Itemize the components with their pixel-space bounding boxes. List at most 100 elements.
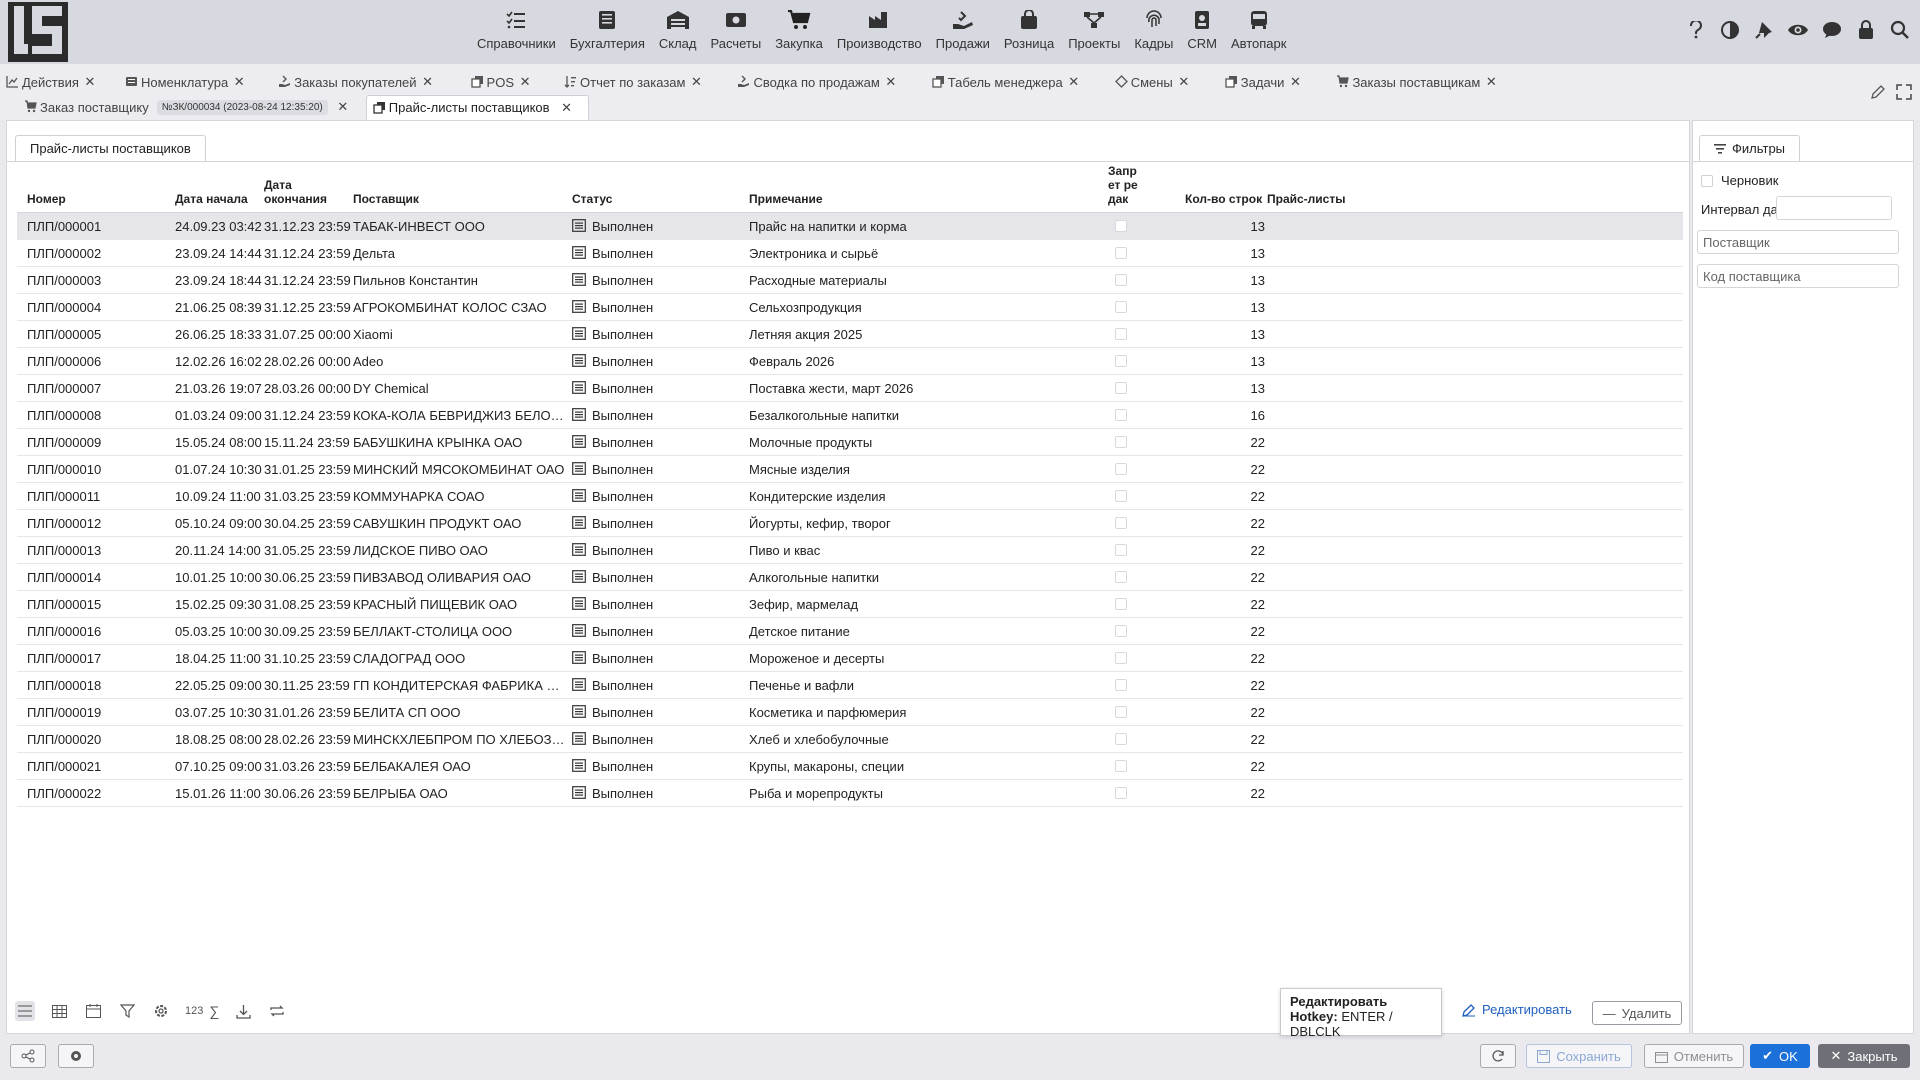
filter-icon[interactable]	[117, 1001, 137, 1021]
col-number[interactable]: Номер	[27, 192, 66, 206]
download-icon[interactable]	[233, 1001, 253, 1021]
table-row[interactable]: ПЛП/000011 10.09.24 11:00 31.03.25 23:59 КО…	[17, 483, 1683, 510]
close-icon[interactable]: ✕	[336, 99, 350, 114]
forbid-edit-checkbox[interactable]	[1115, 463, 1127, 475]
forbid-edit-checkbox[interactable]	[1115, 517, 1127, 529]
close-icon[interactable]: ✕	[1484, 74, 1498, 89]
forbid-edit-checkbox[interactable]	[1115, 733, 1127, 745]
cancel-button[interactable]: Отменить	[1644, 1044, 1744, 1068]
nav-settlements[interactable]: Расчеты	[703, 8, 768, 58]
table-row[interactable]: ПЛП/000015 15.02.25 09:30 31.08.25 23:59 КР…	[17, 591, 1683, 618]
col-rows-count[interactable]: Кол-во строк	[1185, 192, 1262, 206]
nav-reference[interactable]: Справочники	[470, 8, 563, 58]
forbid-edit-checkbox[interactable]	[1115, 247, 1127, 259]
forbid-edit-checkbox[interactable]	[1115, 409, 1127, 421]
contrast-icon[interactable]	[1718, 18, 1742, 42]
tab-supplier-orders[interactable]: Заказы поставщикам ✕	[1330, 70, 1502, 94]
nav-production[interactable]: Производство	[830, 8, 929, 58]
table-row[interactable]: ПЛП/000017 18.04.25 11:00 31.10.25 23:59 СЛ…	[17, 645, 1683, 672]
col-date-end[interactable]: Дата окончания	[264, 178, 327, 206]
col-note[interactable]: Примечание	[749, 192, 823, 206]
col-pricelists[interactable]: Прайс-листы	[1267, 192, 1345, 206]
forbid-edit-checkbox[interactable]	[1115, 355, 1127, 367]
search-icon[interactable]	[1888, 18, 1912, 42]
close-icon[interactable]: ✕	[884, 74, 898, 89]
pencil-icon[interactable]	[1870, 84, 1886, 103]
close-icon[interactable]: ✕	[421, 74, 435, 89]
table-row[interactable]: ПЛП/000013 20.11.24 14:00 31.05.25 23:59 ЛИ…	[17, 537, 1683, 564]
table-row[interactable]: ПЛП/000004 21.06.25 08:39 31.12.25 23:59 АГ…	[17, 294, 1683, 321]
forbid-edit-checkbox[interactable]	[1115, 490, 1127, 502]
table-row[interactable]: ПЛП/000021 07.10.25 09:00 31.03.26 23:59 БЕ…	[17, 753, 1683, 780]
close-icon[interactable]: ✕	[232, 74, 246, 89]
delete-button[interactable]: — Удалить	[1592, 1001, 1682, 1025]
forbid-edit-checkbox[interactable]	[1115, 571, 1127, 583]
col-forbid-edit[interactable]: Запрет редак	[1108, 164, 1140, 206]
tab-actions[interactable]: Действия ✕	[0, 70, 101, 94]
tab-tasks[interactable]: Задачи ✕	[1219, 70, 1307, 94]
close-icon[interactable]: ✕	[518, 74, 532, 89]
date-interval-input[interactable]	[1776, 196, 1892, 220]
nav-accounting[interactable]: Бухгалтерия	[563, 8, 652, 58]
table-row[interactable]: ПЛП/000018 22.05.25 09:00 30.11.25 23:59 ГП…	[17, 672, 1683, 699]
tab-nomenclature[interactable]: Номенклатура ✕	[119, 70, 250, 94]
forbid-edit-checkbox[interactable]	[1115, 706, 1127, 718]
forbid-edit-checkbox[interactable]	[1115, 274, 1127, 286]
grid-view-icon[interactable]	[49, 1001, 69, 1021]
table-row[interactable]: ПЛП/000020 18.08.25 08:00 28.02.26 23:59 МИ…	[17, 726, 1683, 753]
table-row[interactable]: ПЛП/000014 10.01.25 10:00 30.06.25 23:59 ПИ…	[17, 564, 1683, 591]
save-button[interactable]: Сохранить	[1526, 1044, 1632, 1068]
count-sum-button[interactable]: 123 ∑	[185, 1001, 219, 1021]
tab-pos[interactable]: POS ✕	[465, 70, 536, 94]
help-icon[interactable]	[1684, 18, 1708, 42]
eye-icon[interactable]	[1786, 18, 1810, 42]
forbid-edit-checkbox[interactable]	[1115, 436, 1127, 448]
list-view-icon[interactable]	[15, 1001, 35, 1021]
footer-settings-button[interactable]	[58, 1044, 94, 1068]
pin-icon[interactable]	[1752, 18, 1776, 42]
close-icon[interactable]: ✕	[83, 74, 97, 89]
nav-purchase[interactable]: Закупка	[768, 8, 830, 58]
forbid-edit-checkbox[interactable]	[1115, 760, 1127, 772]
table-row[interactable]: ПЛП/000012 05.10.24 09:00 30.04.25 23:59 СА…	[17, 510, 1683, 537]
table-row[interactable]: ПЛП/000009 15.05.24 08:00 15.11.24 23:59 БА…	[17, 429, 1683, 456]
tab-manager-timesheet[interactable]: Табель менеджера ✕	[926, 70, 1085, 94]
close-icon[interactable]: ✕	[689, 74, 703, 89]
close-icon[interactable]: ✕	[560, 100, 574, 115]
panel-title-tab[interactable]: Прайс-листы поставщиков	[15, 135, 206, 161]
table-row[interactable]: ПЛП/000008 01.03.24 09:00 31.12.24 23:59 КО…	[17, 402, 1683, 429]
table-row[interactable]: ПЛП/000019 03.07.25 10:30 31.01.26 23:59 БЕ…	[17, 699, 1683, 726]
table-row[interactable]: ПЛП/000005 26.06.25 18:33 31.07.25 00:00 Xi…	[17, 321, 1683, 348]
tab-shifts[interactable]: Смены ✕	[1109, 70, 1195, 94]
supplier-code-input[interactable]	[1697, 264, 1899, 288]
tab-customer-orders[interactable]: Заказы покупателей ✕	[272, 70, 438, 94]
calendar-view-icon[interactable]	[83, 1001, 103, 1021]
table-row[interactable]: ПЛП/000010 01.07.24 10:30 31.01.25 23:59 МИ…	[17, 456, 1683, 483]
tab-sales-summary[interactable]: Сводка по продажам ✕	[731, 70, 901, 94]
nav-projects[interactable]: Проекты	[1061, 8, 1127, 58]
table-row[interactable]: ПЛП/000001 24.09.23 03:42 31.12.23 23:59 ТА…	[17, 213, 1683, 240]
forbid-edit-checkbox[interactable]	[1115, 220, 1127, 232]
col-date-start[interactable]: Дата начала	[175, 192, 248, 206]
share-button[interactable]	[10, 1044, 46, 1068]
forbid-edit-checkbox[interactable]	[1115, 328, 1127, 340]
app-logo[interactable]	[8, 2, 68, 62]
lock-icon[interactable]	[1854, 18, 1878, 42]
settings-icon[interactable]	[151, 1001, 171, 1021]
close-icon[interactable]: ✕	[1067, 74, 1081, 89]
forbid-edit-checkbox[interactable]	[1115, 652, 1127, 664]
chat-icon[interactable]	[1820, 18, 1844, 42]
table-row[interactable]: ПЛП/000002 23.09.24 14:44 31.12.24 23:59 Де…	[17, 240, 1683, 267]
close-button[interactable]: ✕ Закрыть	[1818, 1044, 1910, 1068]
checkbox-icon[interactable]	[1701, 174, 1713, 187]
col-status[interactable]: Статус	[572, 192, 612, 206]
forbid-edit-checkbox[interactable]	[1115, 544, 1127, 556]
forbid-edit-checkbox[interactable]	[1115, 382, 1127, 394]
forbid-edit-checkbox[interactable]	[1115, 787, 1127, 799]
table-row[interactable]: ПЛП/000007 21.03.26 19:07 28.03.26 00:00 DY…	[17, 375, 1683, 402]
forbid-edit-checkbox[interactable]	[1115, 625, 1127, 637]
edit-button[interactable]: Редактировать	[1462, 1002, 1572, 1017]
forbid-edit-checkbox[interactable]	[1115, 679, 1127, 691]
table-row[interactable]: ПЛП/000016 05.03.25 10:00 30.09.25 23:59 БЕ…	[17, 618, 1683, 645]
nav-crm[interactable]: CRM	[1180, 8, 1224, 58]
